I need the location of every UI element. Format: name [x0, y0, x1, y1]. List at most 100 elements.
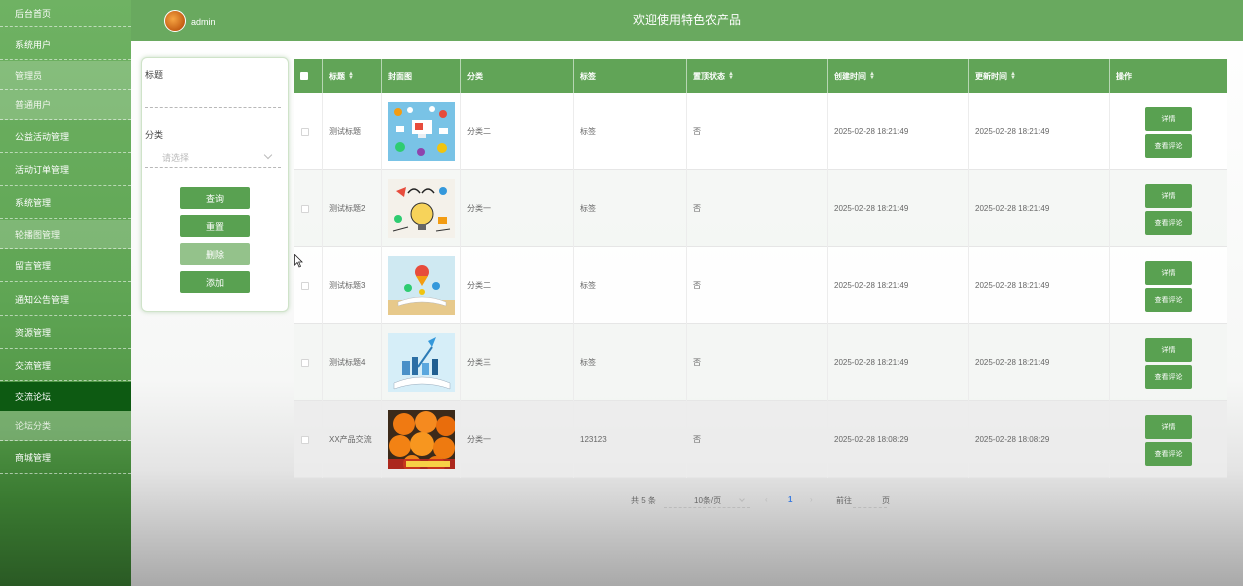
title-search-input[interactable] — [145, 90, 281, 108]
cover-image[interactable] — [388, 102, 455, 161]
row-checkbox[interactable] — [301, 204, 309, 213]
sidebar-item-forum-categories[interactable]: 论坛分类 — [0, 411, 131, 441]
column-header-pinned[interactable]: 置顶状态 ▲ ▼ — [687, 59, 828, 93]
cover-image[interactable] — [388, 410, 455, 469]
cover-image[interactable] — [388, 179, 455, 238]
page-unit-label: 页 — [882, 496, 890, 505]
table-row: 测试标题4 分类三 标签 否 2025-02-28 18:21:49 2025-… — [294, 324, 1227, 401]
detail-button[interactable]: 详情 — [1145, 415, 1192, 439]
created-cell: 2025-02-28 18:21:49 — [828, 324, 969, 401]
row-checkbox[interactable] — [301, 358, 309, 367]
sidebar-item-system-management[interactable]: 系统管理 — [0, 187, 131, 219]
table-row: 测试标题3 分类二 标签 否 2025-02-28 18:21:49 2025-… — [294, 247, 1227, 324]
view-comments-button[interactable]: 查看评论 — [1145, 365, 1192, 389]
pinned-cell: 否 — [687, 401, 828, 478]
view-comments-button[interactable]: 查看评论 — [1145, 442, 1192, 466]
select-all-checkbox[interactable] — [300, 72, 308, 80]
sidebar-item-label: 系统用户 — [15, 39, 52, 50]
sidebar-item-label: 资源管理 — [15, 328, 52, 338]
category-cell: 分类二 — [461, 247, 574, 324]
column-header-created[interactable]: 创建时间 ▲ ▼ — [828, 59, 969, 93]
updated-cell: 2025-02-28 18:21:49 — [969, 170, 1110, 247]
detail-button[interactable]: 详情 — [1145, 107, 1192, 131]
prev-page-icon[interactable]: ‹ — [765, 495, 768, 504]
cover-cell — [382, 93, 461, 170]
table-header: 标题 ▲ ▼ 封面图 分类 标签 置顶状态 ▲ ▼ 创建时间 ▲ ▼ 更新时间 ▲ ▼ 操作 — [294, 59, 1227, 93]
column-header-tag: 标签 — [574, 59, 687, 93]
column-header-actions: 操作 — [1116, 71, 1132, 81]
column-header-title[interactable]: 标题 ▲ ▼ — [323, 59, 382, 93]
view-comments-button[interactable]: 查看评论 — [1145, 134, 1192, 158]
pagination-total: 共 5 条 — [631, 496, 656, 505]
title-cell: 测试标题2 — [323, 170, 382, 247]
updated-cell: 2025-02-28 18:21:49 — [969, 324, 1110, 401]
sidebar-item-label: 留言管理 — [15, 261, 52, 271]
sidebar-item-system-users[interactable]: 系统用户 — [0, 29, 131, 60]
cover-cell — [382, 170, 461, 247]
sort-icon[interactable]: ▲ ▼ — [348, 71, 354, 81]
detail-button[interactable]: 详情 — [1145, 338, 1192, 362]
column-header-category: 分类 — [461, 59, 574, 93]
current-page[interactable]: 1 — [788, 495, 792, 504]
table-row: XX产品交流 分类一 123123 否 2025-02-28 18:08:29 … — [294, 401, 1227, 478]
updated-cell: 2025-02-28 18:21:49 — [969, 93, 1110, 170]
mouse-cursor-icon — [294, 254, 303, 268]
view-comments-button[interactable]: 查看评论 — [1145, 288, 1192, 312]
tag-cell: 标签 — [574, 170, 687, 247]
sort-icon[interactable]: ▲ ▼ — [728, 71, 734, 81]
table-row: 测试标题 分类二 标签 否 2025-02-28 18:21:49 2025-0… — [294, 93, 1227, 170]
pinned-cell: 否 — [687, 93, 828, 170]
column-header-updated[interactable]: 更新时间 ▲ ▼ — [969, 59, 1110, 93]
sidebar-item-notices[interactable]: 通知公告管理 — [0, 283, 131, 316]
reset-button[interactable]: 重置 — [180, 215, 250, 237]
sidebar-item-forum[interactable]: 交流论坛 — [0, 382, 131, 411]
sidebar-item-label: 公益活动管理 — [15, 132, 70, 142]
row-checkbox[interactable] — [301, 127, 309, 136]
sidebar-item-messages[interactable]: 留言管理 — [0, 250, 131, 282]
sidebar-item-resources[interactable]: 资源管理 — [0, 317, 131, 349]
actions-cell: 详情 查看评论 — [1110, 324, 1227, 401]
sidebar-item-admins[interactable]: 管理员 — [0, 61, 131, 90]
created-cell: 2025-02-28 18:21:49 — [828, 93, 969, 170]
category-cell: 分类三 — [461, 324, 574, 401]
title-cell: 测试标题4 — [323, 324, 382, 401]
created-cell: 2025-02-28 18:21:49 — [828, 170, 969, 247]
sidebar-item-carousel[interactable]: 轮播图管理 — [0, 220, 131, 249]
query-button[interactable]: 查询 — [180, 187, 250, 209]
category-cell: 分类一 — [461, 401, 574, 478]
view-comments-button[interactable]: 查看评论 — [1145, 211, 1192, 235]
next-page-icon[interactable]: › — [810, 495, 813, 504]
cover-image[interactable] — [388, 333, 455, 392]
sidebar-item-label: 管理员 — [15, 70, 43, 81]
row-checkbox[interactable] — [301, 281, 309, 290]
add-button[interactable]: 添加 — [180, 271, 250, 293]
row-checkbox[interactable] — [301, 435, 309, 444]
detail-button[interactable]: 详情 — [1145, 261, 1192, 285]
tag-cell: 标签 — [574, 324, 687, 401]
sidebar-item-label: 轮播图管理 — [15, 229, 61, 240]
row-select-cell — [294, 324, 323, 401]
actions-cell: 详情 查看评论 — [1110, 93, 1227, 170]
delete-button[interactable]: 删除 — [180, 243, 250, 265]
title-field-label: 标题 — [145, 70, 164, 80]
title-cell: 测试标题 — [323, 93, 382, 170]
sort-icon[interactable]: ▲ ▼ — [869, 71, 875, 81]
sidebar-item-home[interactable]: 后台首页 — [0, 0, 131, 27]
pinned-cell: 否 — [687, 170, 828, 247]
sidebar-item-activity-orders[interactable]: 活动订单管理 — [0, 154, 131, 186]
sidebar-item-label: 交流管理 — [15, 360, 52, 371]
page-title: 欢迎使用特色农产品 — [632, 13, 741, 27]
category-field-label: 分类 — [145, 130, 164, 140]
cover-image[interactable] — [388, 256, 455, 315]
pinned-cell: 否 — [687, 324, 828, 401]
updated-cell: 2025-02-28 18:08:29 — [969, 401, 1110, 478]
sidebar-item-charity-activities[interactable]: 公益活动管理 — [0, 121, 131, 153]
sidebar-item-shop-management[interactable]: 商城管理 — [0, 442, 131, 474]
sidebar-item-regular-users[interactable]: 普通用户 — [0, 90, 131, 120]
select-all-cell — [294, 59, 323, 93]
sidebar-item-exchange-management[interactable]: 交流管理 — [0, 350, 131, 381]
page-size-value: 10条/页 — [694, 496, 722, 505]
detail-button[interactable]: 详情 — [1145, 184, 1192, 208]
sort-icon[interactable]: ▲ ▼ — [1010, 71, 1016, 81]
actions-cell: 详情 查看评论 — [1110, 247, 1227, 324]
